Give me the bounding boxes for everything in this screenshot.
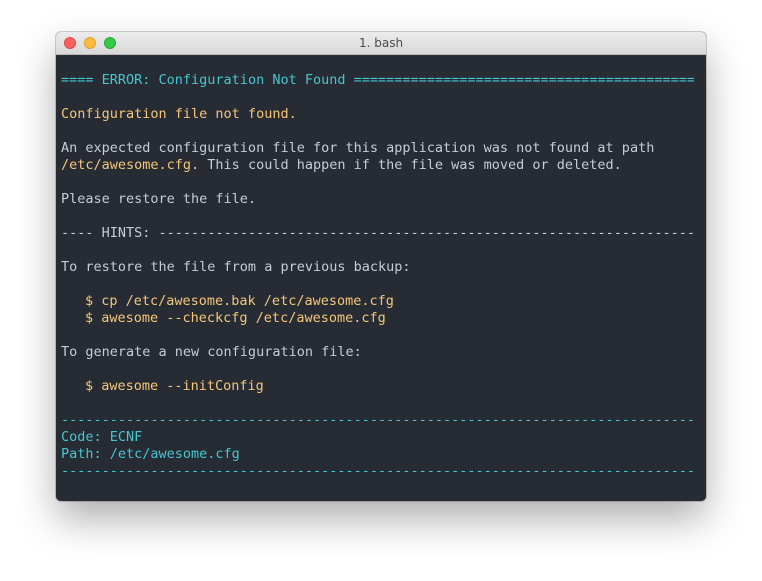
terminal-window[interactable]: 1. bash ==== ERROR: Configuration Not Fo…	[56, 32, 706, 501]
hints-header: ---- HINTS: ----------------------------…	[61, 225, 706, 242]
footer-path: Path: /etc/awesome.cfg	[61, 446, 240, 462]
terminal-output[interactable]: ==== ERROR: Configuration Not Found ====…	[56, 55, 706, 501]
hint-generate-intro: To generate a new configuration file:	[61, 344, 362, 360]
error-header-text: ERROR: Configuration Not Found	[101, 72, 346, 88]
error-header: ==== ERROR: Configuration Not Found ====…	[61, 72, 706, 89]
hints-header-rule: ----------------------------------------…	[158, 225, 694, 241]
footer-code: Code: ECNF	[61, 429, 143, 445]
window-title: 1. bash	[358, 36, 404, 50]
hint-command-initconfig: $ awesome --initConfig	[85, 378, 264, 394]
restore-request: Please restore the file.	[61, 191, 257, 207]
title-bar[interactable]: 1. bash	[56, 32, 706, 55]
footer-rule-top: ----------------------------------------…	[61, 412, 706, 429]
hint-command-checkcfg: $ awesome --checkcfg /etc/awesome.cfg	[85, 310, 386, 326]
hints-header-prefix: ---- HINTS:	[61, 225, 159, 241]
config-path: /etc/awesome.cfg.	[61, 157, 200, 173]
footer-rule-bottom-text: ----------------------------------------…	[61, 463, 694, 479]
error-description-line-2: /etc/awesome.cfg. This could happen if t…	[61, 157, 706, 174]
error-header-prefix: ====	[61, 72, 102, 88]
error-summary: Configuration file not found.	[61, 106, 297, 122]
hint-backup-intro: To restore the file from a previous back…	[61, 259, 411, 275]
error-description-rest: This could happen if the file was moved …	[199, 157, 622, 173]
error-description-line-1: An expected configuration file for this …	[61, 140, 655, 156]
footer-rule-top-text: ----------------------------------------…	[61, 412, 694, 428]
footer-rule-bottom: ----------------------------------------…	[61, 463, 706, 480]
hint-command-copy: $ cp /etc/awesome.bak /etc/awesome.cfg	[85, 293, 394, 309]
error-header-rule: ========================================…	[353, 72, 694, 88]
